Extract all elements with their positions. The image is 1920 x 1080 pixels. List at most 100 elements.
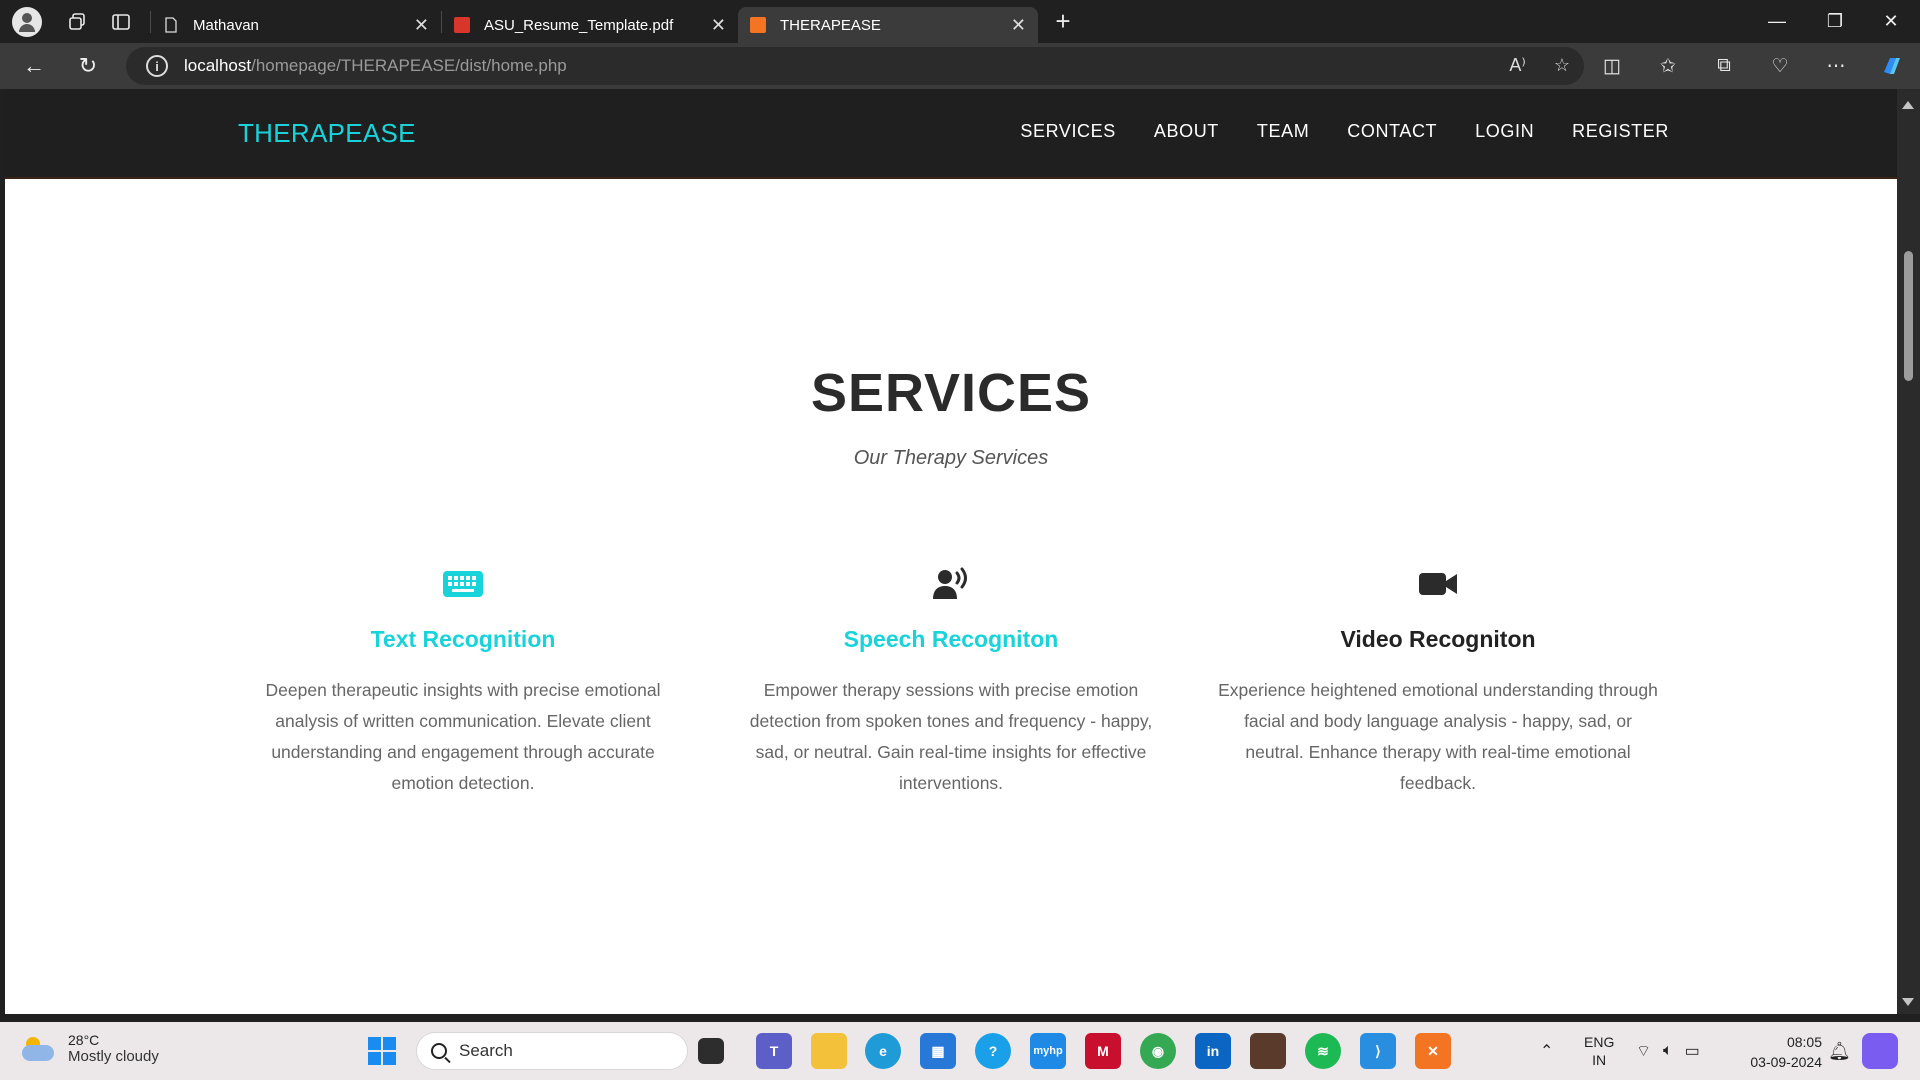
clock[interactable]: 08:05 03-09-2024	[1750, 1032, 1822, 1072]
browser-tab-bar: Mathavan ✕ ASU_Resume_Template.pdf ✕ THE…	[0, 0, 1920, 43]
edge-icon[interactable]: e	[865, 1033, 901, 1069]
nav-register[interactable]: REGISTER	[1572, 121, 1669, 142]
collections-icon[interactable]: ⧉	[1696, 43, 1752, 89]
copilot-taskbar-icon[interactable]	[1862, 1033, 1898, 1069]
chrome-icon[interactable]: ◉	[1140, 1033, 1176, 1069]
myhp-icon[interactable]: myhp	[1030, 1033, 1066, 1069]
document-icon	[165, 17, 177, 33]
minimize-icon[interactable]: —	[1748, 0, 1806, 43]
taskbar-search[interactable]: Search	[416, 1032, 688, 1070]
file-explorer-icon[interactable]	[811, 1033, 847, 1069]
url-path: /homepage/THERAPEASE/dist/home.php	[251, 56, 567, 75]
more-options-icon[interactable]: ⋯	[1808, 43, 1864, 89]
language-code: ENG	[1584, 1034, 1615, 1050]
section-subtitle: Our Therapy Services	[853, 447, 1049, 469]
browser-essentials-icon[interactable]: ♡	[1752, 43, 1808, 89]
nav-about[interactable]: ABOUT	[1154, 121, 1219, 142]
url-text[interactable]: localhost/homepage/THERAPEASE/dist/home.…	[184, 56, 567, 76]
service-card-text: Text Recognition Deepen therapeutic insi…	[233, 564, 693, 799]
scroll-up-icon[interactable]	[1902, 101, 1914, 109]
pdf-icon	[454, 17, 470, 33]
spotify-icon[interactable]: ≋	[1305, 1033, 1341, 1069]
weather-description: Mostly cloudy	[68, 1048, 159, 1065]
battery-icon: ▭	[1684, 1043, 1700, 1060]
site-info-icon[interactable]: i	[146, 55, 168, 77]
show-hidden-icons[interactable]: ⌃	[1540, 1041, 1553, 1061]
page-viewport: THERAPEASE SERVICES ABOUT TEAM CONTACT L…	[5, 89, 1897, 1014]
restore-icon[interactable]: ❐	[1806, 0, 1864, 43]
cloudy-weather-icon	[22, 1036, 56, 1061]
search-label: Search	[459, 1041, 513, 1060]
linkedin-icon[interactable]: in	[1195, 1033, 1231, 1069]
tab-title: THERAPEASE	[780, 16, 881, 34]
refresh-icon[interactable]: ↻	[66, 48, 110, 84]
teams-icon[interactable]: T	[756, 1033, 792, 1069]
notification-bell-icon[interactable]: 🔔︎	[1828, 1022, 1851, 1080]
clock-date: 03-09-2024	[1750, 1054, 1822, 1070]
tab-mathavan[interactable]: Mathavan ✕	[151, 7, 441, 43]
volume-icon: 🔈︎	[1663, 1042, 1673, 1059]
service-title: Speech Recogniton	[843, 626, 1059, 652]
new-tab-icon[interactable]: +	[1046, 5, 1080, 39]
service-card-video: Video Recogniton Experience heightened e…	[1208, 564, 1668, 799]
tab-title: Mathavan	[193, 16, 259, 34]
tab-therapease[interactable]: THERAPEASE ✕	[738, 7, 1038, 43]
taskbar: 28°C Mostly cloudy Search T e ▦ ? myhp M…	[0, 1022, 1920, 1080]
task-view-icon[interactable]	[698, 1038, 724, 1064]
network-volume-battery[interactable]: ⌔ 🔈︎ ▭	[1636, 1022, 1700, 1080]
clock-time: 08:05	[1786, 1034, 1822, 1050]
address-bar[interactable]: i localhost/homepage/THERAPEASE/dist/hom…	[126, 47, 1584, 85]
back-icon[interactable]: ←	[12, 48, 56, 84]
video-camera-icon	[1208, 564, 1668, 604]
workspaces-icon[interactable]	[60, 5, 94, 39]
tab-title: ASU_Resume_Template.pdf	[484, 16, 674, 34]
game-app-icon[interactable]	[1250, 1033, 1286, 1069]
scroll-down-icon[interactable]	[1902, 998, 1914, 1006]
windows-start-icon[interactable]	[364, 1033, 400, 1069]
weather-widget[interactable]: 28°C Mostly cloudy	[22, 1032, 159, 1065]
scrollbar-thumb[interactable]	[1904, 251, 1913, 381]
main-nav: SERVICES ABOUT TEAM CONTACT LOGIN REGIST…	[1020, 121, 1669, 142]
nav-services[interactable]: SERVICES	[1020, 121, 1116, 142]
close-tab-icon[interactable]: ✕	[1011, 15, 1026, 36]
vscode-icon[interactable]: ⟩	[1360, 1033, 1396, 1069]
vertical-tabs-icon[interactable]	[104, 5, 138, 39]
service-description: Experience heightened emotional understa…	[1218, 680, 1658, 793]
hp-support-icon[interactable]: ?	[975, 1033, 1011, 1069]
weather-temperature: 28°C	[68, 1032, 100, 1048]
region-code: IN	[1592, 1052, 1607, 1068]
service-description: Deepen therapeutic insights with precise…	[265, 680, 661, 793]
service-title: Text Recognition	[370, 626, 556, 652]
wifi-icon: ⌔	[1636, 1043, 1652, 1060]
profile-avatar[interactable]	[12, 6, 42, 37]
service-title: Video Recogniton	[1340, 626, 1536, 652]
mcafee-icon[interactable]: M	[1085, 1033, 1121, 1069]
system-tray: ⌃	[1540, 1022, 1553, 1080]
copilot-icon[interactable]	[1864, 43, 1920, 89]
close-window-icon[interactable]: ✕	[1862, 0, 1920, 43]
site-logo[interactable]: THERAPEASE	[238, 118, 416, 149]
split-screen-icon[interactable]: ◫	[1584, 43, 1640, 89]
search-icon	[431, 1043, 447, 1059]
xampp-icon	[750, 17, 766, 33]
language-indicator[interactable]: ENG IN	[1584, 1022, 1614, 1080]
address-toolbar: ← ↻ i localhost/homepage/THERAPEASE/dist…	[0, 43, 1920, 89]
page-scrollbar[interactable]	[1897, 89, 1920, 1014]
service-description: Empower therapy sessions with precise em…	[749, 680, 1153, 793]
section-title: SERVICES	[810, 363, 1092, 423]
close-tab-icon[interactable]: ✕	[711, 15, 726, 36]
favorites-icon[interactable]: ✩	[1640, 43, 1696, 89]
site-header: THERAPEASE SERVICES ABOUT TEAM CONTACT L…	[5, 89, 1897, 179]
tab-resume-pdf[interactable]: ASU_Resume_Template.pdf ✕	[442, 7, 738, 43]
microsoft-store-icon[interactable]: ▦	[920, 1033, 956, 1069]
read-aloud-icon[interactable]: A⁾	[1509, 55, 1525, 76]
service-card-speech: Speech Recogniton Empower therapy sessio…	[721, 564, 1181, 799]
speaking-person-icon	[721, 564, 1181, 604]
xampp-taskbar-icon[interactable]: ✕	[1415, 1033, 1451, 1069]
nav-login[interactable]: LOGIN	[1475, 121, 1534, 142]
close-tab-icon[interactable]: ✕	[414, 15, 429, 36]
favorite-star-icon[interactable]: ☆	[1554, 55, 1570, 76]
nav-contact[interactable]: CONTACT	[1347, 121, 1437, 142]
nav-team[interactable]: TEAM	[1257, 121, 1309, 142]
url-host: localhost	[184, 56, 252, 75]
